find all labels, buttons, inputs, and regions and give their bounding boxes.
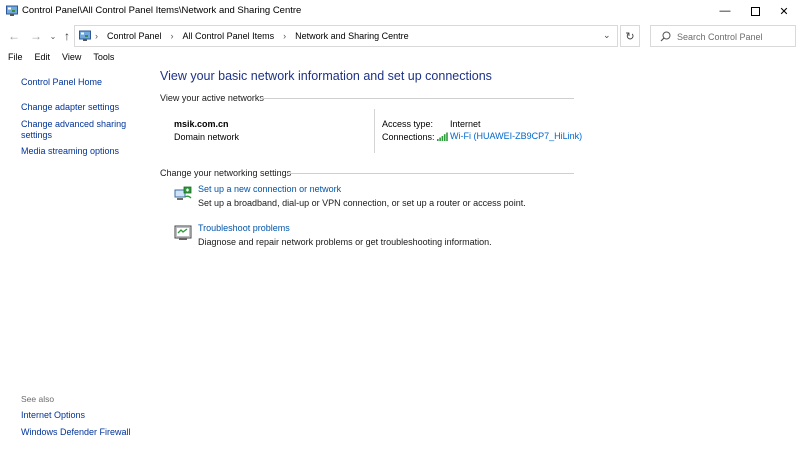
left-pane: Control Panel Home Change adapter settin… [0,67,150,449]
internet-options-link[interactable]: Internet Options [21,410,131,421]
refresh-button[interactable]: ↻ [620,25,640,47]
back-button[interactable]: ← [7,29,21,43]
see-also-label: See also [21,394,55,404]
divider [288,173,574,174]
network-type: Domain network [174,132,240,142]
firewall-link[interactable]: Windows Defender Firewall [21,427,131,438]
troubleshoot-link[interactable]: Troubleshoot problems [198,223,290,233]
setup-connection-link[interactable]: Set up a new connection or network [198,184,341,194]
breadcrumb-separator[interactable]: › [171,31,174,41]
change-adapter-settings-link[interactable]: Change adapter settings [21,102,131,113]
menu-edit[interactable]: Edit [35,52,51,67]
window-title: Control Panel\All Control Panel Items\Ne… [22,5,302,16]
new-connection-icon [174,186,192,200]
title-bar: Control Panel\All Control Panel Items\Ne… [0,0,800,22]
recent-locations-button[interactable]: ⌄ [46,30,60,44]
up-button[interactable]: ↑ [60,29,74,43]
close-icon: ✕ [779,5,789,18]
menu-bar: File Edit View Tools [0,52,800,67]
search-input[interactable] [677,29,793,44]
page-title: View your basic network information and … [160,69,492,83]
control-panel-home-link[interactable]: Control Panel Home [21,77,131,88]
address-row: ← → ⌄ ↑ › Control Panel › All Control Pa… [0,22,800,50]
minimize-icon: — [719,5,731,17]
main-content: View your basic network information and … [160,67,800,449]
access-type-value: Internet [450,119,481,129]
arrow-left-icon: ← [8,29,20,43]
breadcrumb-separator[interactable]: › [283,31,286,41]
address-bar[interactable]: › Control Panel › All Control Panel Item… [74,25,618,47]
control-panel-icon [6,5,18,16]
change-advanced-sharing-link[interactable]: Change advanced sharing settings [21,119,131,141]
troubleshoot-desc: Diagnose and repair network problems or … [198,237,492,247]
refresh-icon: ↻ [625,30,635,43]
connection-link-wrap[interactable]: Wi-Fi (HUAWEI-ZB9CP7_HiLink) [437,131,582,141]
close-button[interactable]: ✕ [765,0,800,22]
chevron-down-icon: ⌄ [49,32,57,41]
arrow-right-icon: → [30,29,42,43]
forward-button[interactable]: → [29,29,43,43]
control-panel-icon [79,30,91,41]
setup-connection-desc: Set up a broadband, dial-up or VPN conne… [198,198,526,208]
breadcrumb-all-items[interactable]: All Control Panel Items [183,31,275,41]
breadcrumb: › Control Panel › All Control Panel Item… [95,31,418,41]
menu-file[interactable]: File [8,52,23,67]
wifi-connection-link[interactable]: Wi-Fi (HUAWEI-ZB9CP7_HiLink) [450,131,582,141]
divider [374,109,375,153]
divider [260,98,574,99]
breadcrumb-separator[interactable]: › [95,31,98,41]
change-settings-heading: Change your networking settings [160,168,292,178]
arrow-up-icon: ↑ [64,29,70,43]
troubleshoot-icon [174,225,192,240]
address-dropdown-icon[interactable]: ⌄ [603,30,611,41]
connections-label: Connections: [382,132,435,142]
menu-tools[interactable]: Tools [93,52,114,67]
breadcrumb-network-sharing[interactable]: Network and Sharing Centre [295,31,409,41]
breadcrumb-control-panel[interactable]: Control Panel [107,31,162,41]
media-streaming-link[interactable]: Media streaming options [21,146,131,157]
maximize-icon [750,6,760,16]
active-networks-heading: View your active networks [160,93,264,103]
menu-view[interactable]: View [62,52,81,67]
search-box[interactable] [650,25,796,47]
search-icon [660,31,671,42]
access-type-label: Access type: [382,119,434,129]
network-name: msik.com.cn [174,119,229,129]
wifi-signal-icon [437,132,448,141]
